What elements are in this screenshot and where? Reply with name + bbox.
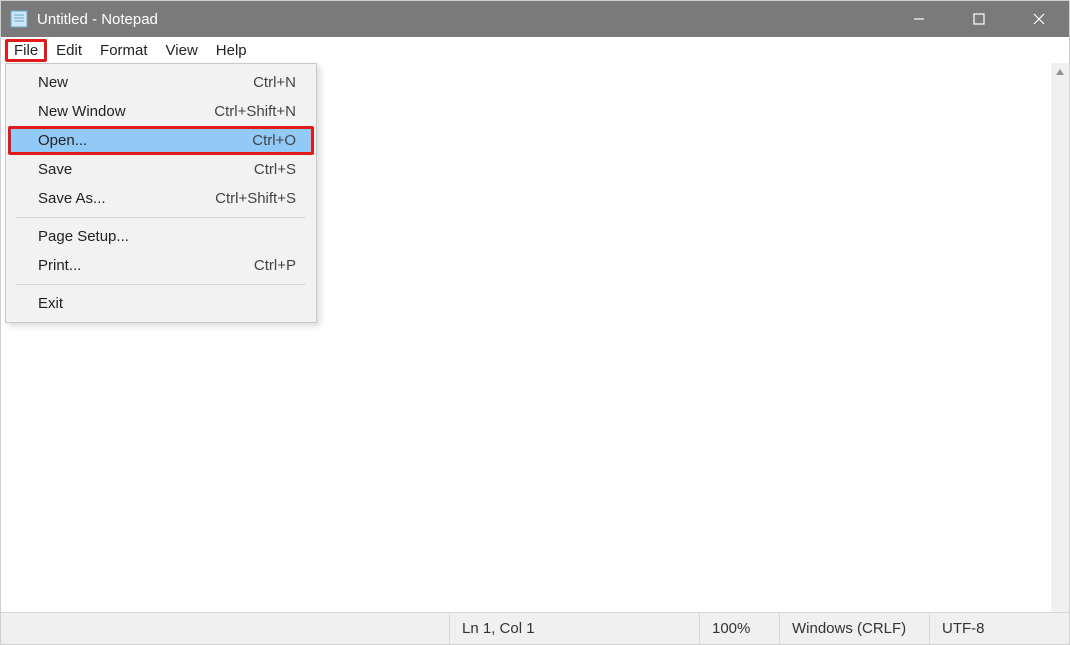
status-position: Ln 1, Col 1 [449, 613, 699, 644]
menu-file-label: File [14, 42, 38, 59]
file-menu-new[interactable]: New Ctrl+N [8, 68, 314, 97]
menu-separator [16, 284, 306, 285]
status-zoom: 100% [699, 613, 779, 644]
file-menu-open-shortcut: Ctrl+O [252, 132, 296, 149]
menu-format-label: Format [100, 42, 148, 59]
file-menu-print-shortcut: Ctrl+P [254, 257, 296, 274]
menu-format[interactable]: Format [91, 40, 157, 61]
file-menu-save[interactable]: Save Ctrl+S [8, 155, 314, 184]
file-menu-new-shortcut: Ctrl+N [253, 74, 296, 91]
titlebar: Untitled - Notepad [1, 1, 1069, 37]
file-menu-exit[interactable]: Exit [8, 289, 314, 318]
file-menu-new-window-label: New Window [38, 103, 126, 120]
menu-help[interactable]: Help [207, 40, 256, 61]
file-menu-open[interactable]: Open... Ctrl+O [8, 126, 314, 155]
file-menu-save-label: Save [38, 161, 72, 178]
file-menu-new-window-shortcut: Ctrl+Shift+N [214, 103, 296, 120]
status-line-ending: Windows (CRLF) [779, 613, 929, 644]
status-line-ending-text: Windows (CRLF) [792, 620, 906, 637]
menu-view[interactable]: View [157, 40, 207, 61]
status-zoom-text: 100% [712, 620, 750, 637]
file-menu-page-setup-label: Page Setup... [38, 228, 129, 245]
file-menu-open-label: Open... [38, 132, 87, 149]
file-menu-new-window[interactable]: New Window Ctrl+Shift+N [8, 97, 314, 126]
status-position-text: Ln 1, Col 1 [462, 620, 535, 637]
menu-help-label: Help [216, 42, 247, 59]
statusbar-spacer [1, 613, 449, 644]
menu-separator [16, 217, 306, 218]
file-menu-save-as-shortcut: Ctrl+Shift+S [215, 190, 296, 207]
file-menu-page-setup[interactable]: Page Setup... [8, 222, 314, 251]
menu-view-label: View [166, 42, 198, 59]
maximize-button[interactable] [949, 1, 1009, 37]
statusbar: Ln 1, Col 1 100% Windows (CRLF) UTF-8 [1, 612, 1069, 644]
file-menu-exit-label: Exit [38, 295, 63, 312]
notepad-icon [9, 9, 29, 29]
file-menu-dropdown: New Ctrl+N New Window Ctrl+Shift+N Open.… [5, 63, 317, 323]
scroll-up-arrow-icon[interactable] [1051, 63, 1069, 81]
minimize-button[interactable] [889, 1, 949, 37]
menu-file[interactable]: File [5, 39, 47, 62]
file-menu-save-shortcut: Ctrl+S [254, 161, 296, 178]
status-encoding-text: UTF-8 [942, 620, 985, 637]
file-menu-print-label: Print... [38, 257, 81, 274]
menubar: File Edit Format View Help [1, 37, 1069, 63]
menu-edit[interactable]: Edit [47, 40, 91, 61]
file-menu-print[interactable]: Print... Ctrl+P [8, 251, 314, 280]
window-controls [889, 1, 1069, 37]
status-encoding: UTF-8 [929, 613, 1069, 644]
file-menu-save-as-label: Save As... [38, 190, 106, 207]
file-menu-new-label: New [38, 74, 68, 91]
file-menu-save-as[interactable]: Save As... Ctrl+Shift+S [8, 184, 314, 213]
close-button[interactable] [1009, 1, 1069, 37]
menu-edit-label: Edit [56, 42, 82, 59]
vertical-scrollbar[interactable] [1051, 63, 1069, 612]
window-title: Untitled - Notepad [37, 11, 158, 28]
